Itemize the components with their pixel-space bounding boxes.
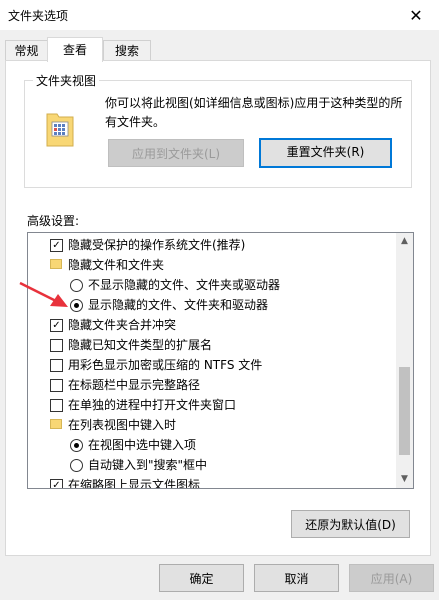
window-title: 文件夹选项 bbox=[8, 9, 69, 23]
list-item-label: 在列表视图中键入时 bbox=[68, 418, 177, 432]
ok-button[interactable]: 确定 bbox=[159, 564, 244, 592]
list-item-label: 在缩略图上显示文件图标 bbox=[68, 478, 201, 489]
annotation-arrow-icon bbox=[19, 281, 68, 307]
scroll-up-icon[interactable]: ▲ bbox=[396, 233, 413, 250]
apply-to-folders-button[interactable]: 应用到文件夹(L) bbox=[108, 139, 244, 167]
folder-view-title: 文件夹视图 bbox=[33, 72, 100, 89]
list-item-label: 在单独的进程中打开文件夹窗口 bbox=[68, 398, 237, 412]
tab-general[interactable]: 常规 bbox=[5, 40, 48, 61]
close-icon: ✕ bbox=[409, 5, 423, 25]
radio[interactable] bbox=[70, 439, 83, 452]
checkbox[interactable] bbox=[50, 399, 63, 412]
checkbox[interactable] bbox=[50, 339, 63, 352]
list-item-label: 在标题栏中显示完整路径 bbox=[68, 378, 201, 392]
list-item-label: 隐藏受保护的操作系统文件(推荐) bbox=[68, 238, 246, 252]
checkbox[interactable] bbox=[50, 359, 63, 372]
checkbox[interactable]: ✓ bbox=[50, 479, 63, 488]
title-bar: 文件夹选项 ✕ bbox=[0, 0, 439, 30]
radio[interactable] bbox=[70, 459, 83, 472]
list-item-label: 不显示隐藏的文件、文件夹或驱动器 bbox=[88, 278, 281, 292]
checkbox[interactable] bbox=[50, 379, 63, 392]
list-item-label: 用彩色显示加密或压缩的 NTFS 文件 bbox=[68, 358, 263, 372]
folder-icon bbox=[50, 259, 62, 269]
scroll-down-icon[interactable]: ▼ bbox=[396, 471, 413, 488]
list-item-label: 隐藏已知文件类型的扩展名 bbox=[68, 338, 213, 352]
folder-icon bbox=[50, 419, 62, 429]
list-item-label: 隐藏文件夹合并冲突 bbox=[68, 318, 177, 332]
radio[interactable] bbox=[70, 279, 83, 292]
list-item-label: 隐藏文件和文件夹 bbox=[68, 258, 165, 272]
folder-view-description: 你可以将此视图(如详细信息或图标)应用于这种类型的所有文件夹。 bbox=[105, 96, 403, 129]
close-button[interactable]: ✕ bbox=[393, 0, 439, 30]
folder-view-group: 文件夹视图 你可以将此视图(如详细信息或图标)应用于这种类型的所有文件夹。 bbox=[24, 72, 412, 188]
advanced-settings-label: 高级设置: bbox=[27, 214, 80, 228]
advanced-settings-list[interactable]: ✓ 隐藏受保护的操作系统文件(推荐) 隐藏文件和文件夹 不显示隐藏的文件、文件夹… bbox=[27, 232, 414, 489]
tab-search[interactable]: 搜索 bbox=[103, 40, 151, 61]
radio[interactable] bbox=[70, 299, 83, 312]
restore-defaults-button[interactable]: 还原为默认值(D) bbox=[291, 510, 410, 538]
list-item-label: 自动键入到"搜索"框中 bbox=[88, 458, 208, 472]
list-item-label: 显示隐藏的文件、文件夹和驱动器 bbox=[88, 298, 269, 312]
list-scrollbar[interactable]: ▲ ▼ bbox=[396, 233, 413, 488]
apply-button[interactable]: 应用(A) bbox=[349, 564, 434, 592]
cancel-button[interactable]: 取消 bbox=[254, 564, 339, 592]
scroll-thumb[interactable] bbox=[399, 367, 410, 455]
checkbox[interactable]: ✓ bbox=[50, 239, 63, 252]
folder-view-icon bbox=[46, 113, 74, 147]
checkbox[interactable]: ✓ bbox=[50, 319, 63, 332]
list-item-label: 在视图中选中键入项 bbox=[88, 438, 197, 452]
reset-folders-button[interactable]: 重置文件夹(R) bbox=[259, 138, 392, 168]
tab-view[interactable]: 查看 bbox=[47, 37, 103, 62]
